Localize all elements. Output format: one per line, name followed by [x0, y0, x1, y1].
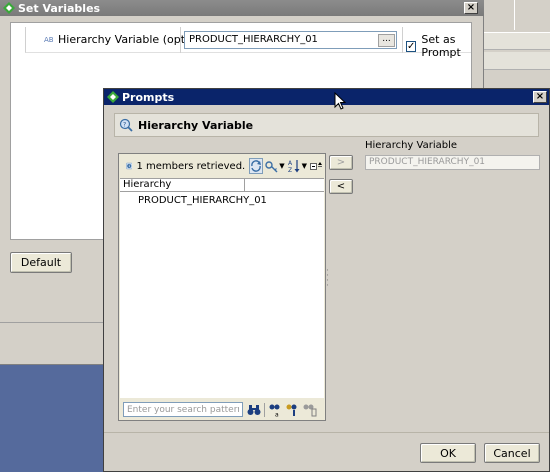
refresh-icon — [251, 160, 262, 172]
set-as-prompt-label: Set as Prompt — [421, 33, 461, 59]
toolbar-divider — [264, 402, 265, 417]
refresh-button[interactable] — [249, 158, 264, 174]
prompt-header: ? Hierarchy Variable — [114, 113, 539, 137]
prompts-dialog: Prompts × ? Hierarchy Variable 1 members… — [103, 88, 550, 472]
dialog-title: Prompts — [122, 90, 175, 104]
svg-text:A: A — [288, 160, 293, 167]
splitter-grip[interactable]: · · · · — [326, 267, 330, 291]
set-as-prompt-option[interactable]: ✓ Set as Prompt — [406, 33, 471, 59]
clear-search-icon — [303, 404, 317, 416]
values-toolbar: 1 members retrieved. ▼ A Z ▼ — [120, 155, 324, 177]
window-title: Set Variables — [18, 1, 101, 15]
column-divider — [180, 27, 181, 53]
members-status: 1 members retrieved. — [136, 160, 246, 172]
svg-text:Z: Z — [288, 167, 292, 173]
prompts-titlebar: Prompts — [104, 89, 549, 105]
mouse-cursor-icon — [334, 92, 346, 110]
info-icon — [126, 162, 133, 170]
collapse-icon — [310, 162, 322, 170]
search-bar: a — [120, 399, 324, 420]
search-in-button[interactable] — [286, 403, 300, 417]
key-button[interactable] — [265, 158, 278, 174]
app-logo-icon — [107, 91, 119, 103]
column-header-hierarchy[interactable]: Hierarchy — [120, 179, 245, 191]
search-in-icon — [286, 404, 297, 416]
search-input[interactable] — [123, 402, 243, 417]
set-variables-titlebar: Set Variables — [0, 0, 484, 16]
list-item[interactable]: PRODUCT_HIERARCHY_01 — [120, 192, 324, 206]
variable-row: AB Hierarchy Variable (optional) PRODUCT… — [25, 27, 471, 59]
app-logo-icon — [3, 2, 15, 14]
selected-value-field[interactable]: PRODUCT_HIERARCHY_01 — [365, 155, 540, 170]
divider — [514, 0, 515, 30]
svg-text:a: a — [275, 411, 279, 417]
column-divider — [402, 27, 403, 53]
selected-value-label: Hierarchy Variable — [365, 140, 458, 151]
text-type-icon: AB — [44, 36, 54, 44]
sort-az-icon: A Z — [288, 160, 300, 173]
binoculars-icon — [247, 404, 261, 415]
variable-value-field[interactable]: PRODUCT_HIERARCHY_01 — [184, 31, 397, 49]
background-window-edge — [484, 0, 550, 88]
svg-text:?: ? — [123, 122, 126, 129]
hierarchy-list[interactable]: Hierarchy PRODUCT_HIERARCHY_01 — [120, 178, 324, 398]
collapse-button[interactable] — [310, 158, 323, 174]
prompt-header-title: Hierarchy Variable — [138, 118, 254, 132]
default-button[interactable]: Default — [10, 252, 72, 273]
browse-button[interactable]: ... — [378, 34, 395, 47]
close-button[interactable]: × — [533, 91, 547, 103]
ok-button[interactable]: OK — [420, 443, 476, 463]
search-keys-icon: a — [269, 404, 280, 417]
chevron-down-icon[interactable]: ▼ — [302, 162, 307, 170]
background-bar — [484, 52, 550, 70]
set-as-prompt-checkbox[interactable]: ✓ — [406, 40, 417, 52]
list-header: Hierarchy — [120, 179, 324, 192]
key-icon — [265, 160, 278, 172]
cancel-button[interactable]: Cancel — [484, 443, 540, 463]
search-button[interactable] — [247, 403, 261, 417]
background-bar — [484, 32, 550, 50]
search-keys-button[interactable]: a — [269, 403, 283, 417]
available-values-panel: 1 members retrieved. ▼ A Z ▼ Hierarchy P… — [118, 153, 326, 421]
chevron-down-icon[interactable]: ▼ — [279, 162, 284, 170]
prompt-variable-icon: ? — [119, 118, 133, 132]
close-button[interactable]: × — [464, 2, 478, 14]
add-value-button[interactable]: > — [329, 155, 353, 170]
sort-button[interactable]: A Z — [288, 158, 301, 174]
divider — [104, 432, 549, 433]
remove-value-button[interactable]: < — [329, 179, 353, 194]
clear-search-button[interactable] — [303, 403, 317, 417]
